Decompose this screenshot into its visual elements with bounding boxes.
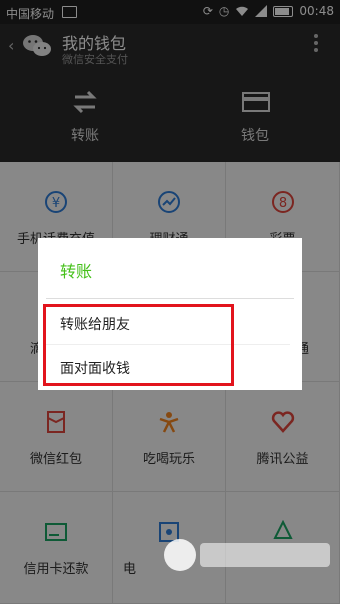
dialog-title: 转账: [60, 262, 93, 281]
highlight-box: [43, 304, 234, 386]
watermark-logo: [164, 539, 330, 571]
dialog-divider: [46, 298, 294, 299]
